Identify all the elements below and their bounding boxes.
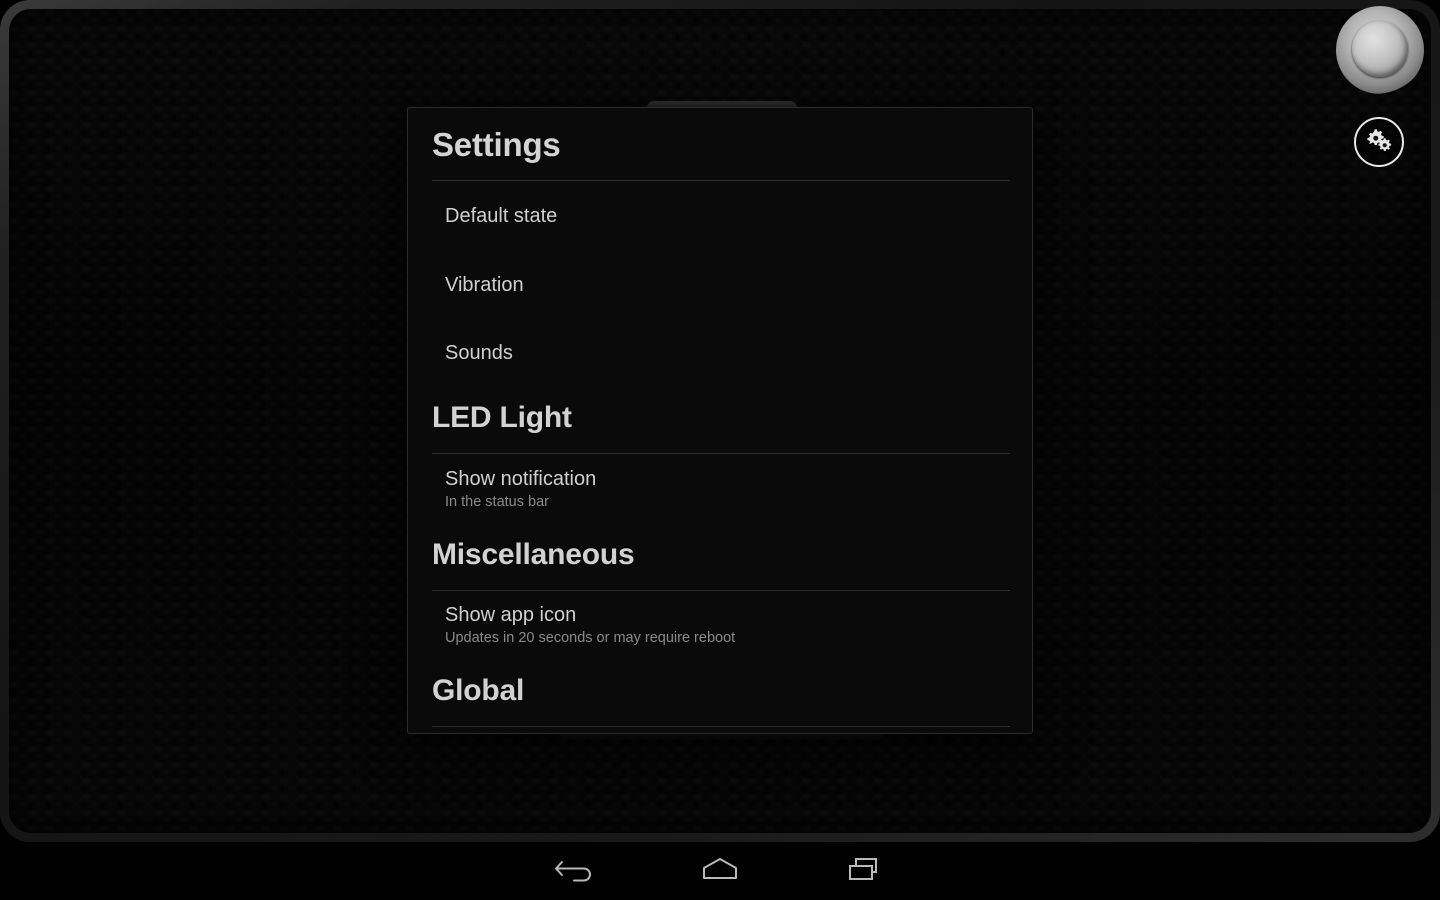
section-heading-miscellaneous: Miscellaneous	[432, 538, 635, 571]
nav-back-button[interactable]	[516, 842, 636, 900]
nav-home-button[interactable]	[660, 842, 780, 900]
row-subtitle-show-app-icon: Updates in 20 seconds or may require reb…	[445, 630, 736, 646]
divider-settings	[432, 180, 1010, 181]
power-toggle-button[interactable]	[1336, 6, 1424, 94]
power-toggle-knob	[1352, 21, 1408, 77]
android-navigation-bar	[0, 842, 1440, 900]
gears-icon	[1364, 127, 1394, 158]
row-label-sounds: Sounds	[445, 342, 513, 364]
nav-recent-apps-button[interactable]	[805, 842, 925, 900]
section-heading-led-light: LED Light	[432, 401, 572, 434]
home-icon	[698, 854, 742, 889]
row-label-show-notification: Show notification	[445, 468, 597, 490]
row-label-show-app-icon: Show app icon	[445, 604, 577, 626]
settings-dialog: Settings Default state OFF Vibration OFF…	[407, 107, 1033, 734]
divider-miscellaneous	[432, 590, 1010, 591]
settings-gear-button[interactable]	[1354, 117, 1404, 167]
section-heading-global: Global	[432, 674, 525, 707]
row-label-vibration: Vibration	[445, 274, 524, 296]
divider-global	[432, 726, 1010, 727]
page-title: Settings	[432, 126, 561, 163]
row-subtitle-show-notification: In the status bar	[445, 494, 549, 510]
row-label-default-state: Default state	[445, 205, 558, 227]
recent-apps-icon	[843, 854, 887, 889]
divider-led-light	[432, 453, 1010, 454]
screen: Settings Default state OFF Vibration OFF…	[0, 0, 1440, 900]
back-icon	[554, 854, 598, 889]
